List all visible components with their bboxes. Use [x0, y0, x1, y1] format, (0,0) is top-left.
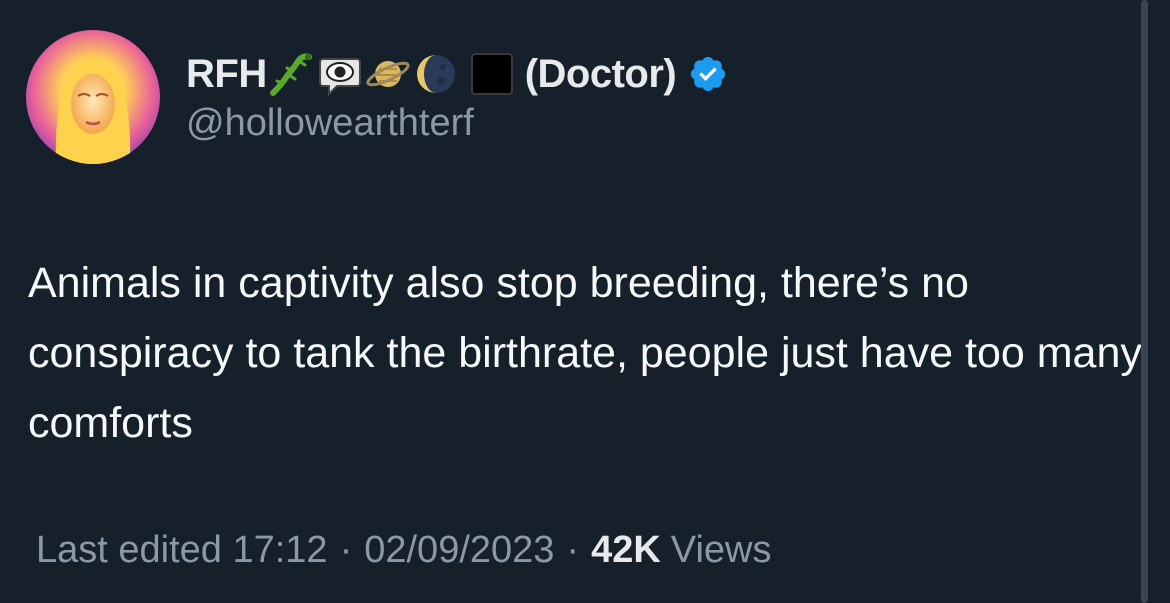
- verified-badge-icon[interactable]: [688, 54, 728, 94]
- display-name[interactable]: RFH: [186, 52, 267, 97]
- scrollbar[interactable]: [1141, 0, 1148, 603]
- edited-timestamp[interactable]: Last edited 17:12: [36, 529, 328, 572]
- avatar[interactable]: [26, 30, 160, 164]
- tweet-card: RFH (Doctor) @hollowearthterf Animals in…: [0, 0, 1170, 603]
- views-count: 42K: [591, 528, 661, 571]
- author-name-row[interactable]: RFH (Doctor): [186, 44, 728, 104]
- waning-moon-icon: [413, 51, 459, 97]
- meta-separator: ·: [566, 528, 580, 571]
- meta-separator: ·: [339, 528, 353, 571]
- black-square-icon: [469, 51, 515, 97]
- author-title: (Doctor): [524, 51, 677, 96]
- views-label: Views: [670, 528, 772, 571]
- tweet-text: Animals in captivity also stop breeding,…: [28, 259, 1142, 447]
- ringed-planet-icon: [365, 51, 411, 97]
- tweet-date[interactable]: 02/09/2023: [364, 529, 554, 572]
- eye-in-speech-bubble-icon: [317, 51, 363, 97]
- tweet-meta: Last edited 17:12 · 02/09/2023 · 42K Vie…: [36, 524, 771, 576]
- lizard-icon: [269, 51, 315, 97]
- author-handle[interactable]: @hollowearthterf: [186, 102, 474, 145]
